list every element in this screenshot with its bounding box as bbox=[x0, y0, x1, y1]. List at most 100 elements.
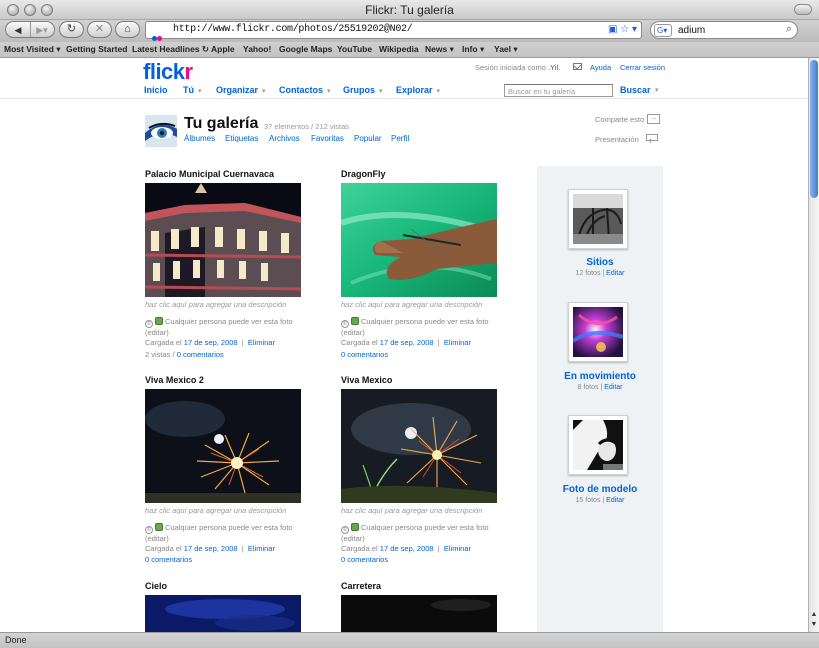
window-titlebar: Flickr: Tu galería bbox=[0, 0, 819, 20]
delete-photo-link[interactable]: Eliminar bbox=[248, 338, 275, 347]
help-link[interactable]: Ayuda bbox=[590, 63, 611, 72]
delete-photo-link[interactable]: Eliminar bbox=[444, 338, 471, 347]
bookmark-wikipedia[interactable]: Wikipedia bbox=[379, 44, 419, 54]
photo-thumbnail[interactable] bbox=[341, 389, 497, 503]
bookmark-google-maps[interactable]: Google Maps bbox=[279, 44, 332, 54]
set-title[interactable]: Foto de modelo bbox=[537, 484, 663, 495]
gallery-search-button[interactable]: Buscar bbox=[620, 85, 651, 95]
slideshow-link[interactable]: Presentación bbox=[595, 135, 639, 144]
photo-thumbnail[interactable] bbox=[145, 595, 301, 632]
creative-commons-icon: © bbox=[145, 526, 153, 534]
photo-thumbnail[interactable] bbox=[341, 595, 497, 632]
photo-description-placeholder[interactable]: haz clic aquí para agregar una descripci… bbox=[341, 506, 482, 515]
bookmark-most-visited[interactable]: Most Visited ▾ bbox=[4, 44, 61, 55]
photo-title[interactable]: DragonFly bbox=[341, 169, 386, 179]
stop-icon[interactable]: ✕ bbox=[87, 21, 112, 38]
forward-arrow-icon[interactable]: ▶▾ bbox=[32, 23, 52, 38]
bookmark-youtube[interactable]: YouTube bbox=[337, 44, 372, 54]
window-title: Flickr: Tu galería bbox=[365, 3, 454, 17]
chevron-down-icon[interactable]: ▾ bbox=[655, 86, 659, 94]
set-title[interactable]: Sitios bbox=[537, 257, 663, 268]
photo-thumbnail[interactable] bbox=[341, 183, 497, 297]
subnav-archives[interactable]: Archivos bbox=[269, 134, 300, 143]
photo-upload-info: Cargada el 17 de sep, 2008 | Eliminar bbox=[145, 544, 275, 553]
bookmark-info[interactable]: Info ▾ bbox=[462, 44, 484, 55]
rss-icon[interactable]: ▣ ☆ ▾ bbox=[608, 24, 637, 35]
menu-grupos[interactable]: Grupos ▾ bbox=[343, 85, 383, 95]
edit-privacy-link[interactable]: (editar) bbox=[145, 328, 169, 337]
public-icon bbox=[351, 523, 359, 531]
photo-title[interactable]: Viva Mexico bbox=[341, 375, 392, 385]
set-title[interactable]: En movimiento bbox=[537, 371, 663, 382]
bookmark-yahoo[interactable]: Yahoo! bbox=[243, 44, 271, 54]
delete-photo-link[interactable]: Eliminar bbox=[444, 544, 471, 553]
subnav-favorites[interactable]: Favoritas bbox=[311, 134, 344, 143]
photo-title[interactable]: Carretera bbox=[341, 581, 381, 591]
subnav-albums[interactable]: Álbumes bbox=[184, 134, 215, 143]
share-icon[interactable]: → bbox=[647, 114, 660, 124]
toolbar-toggle-button[interactable] bbox=[794, 4, 812, 15]
slideshow-icon[interactable] bbox=[646, 134, 658, 143]
vertical-scrollbar[interactable]: ▲ ▼ bbox=[808, 58, 819, 632]
search-engine-icon[interactable]: G▾ bbox=[654, 24, 672, 37]
comments-link[interactable]: 0 comentarios bbox=[341, 350, 388, 359]
delete-photo-link[interactable]: Eliminar bbox=[248, 544, 275, 553]
photo-title[interactable]: Cielo bbox=[145, 581, 167, 591]
browser-search-field[interactable]: G▾ adium ⌕ bbox=[650, 21, 798, 39]
photo-thumbnail[interactable] bbox=[145, 183, 301, 297]
bookmark-yael[interactable]: Yael ▾ bbox=[494, 44, 518, 55]
upload-date-link[interactable]: 17 de sep, 2008 bbox=[380, 544, 434, 553]
edit-set-link[interactable]: Editar bbox=[606, 270, 624, 277]
bookmark-news[interactable]: News ▾ bbox=[425, 44, 454, 55]
set-thumbnail[interactable] bbox=[568, 189, 628, 249]
photo-description-placeholder[interactable]: haz clic aquí para agregar una descripci… bbox=[341, 300, 482, 309]
menu-contactos[interactable]: Contactos ▾ bbox=[279, 85, 331, 95]
search-icon[interactable]: ⌕ bbox=[786, 23, 792, 36]
subnav-profile[interactable]: Perfil bbox=[391, 134, 409, 143]
menu-organizar[interactable]: Organizar ▾ bbox=[216, 85, 266, 95]
photo-thumbnail[interactable] bbox=[145, 389, 301, 503]
flickr-logo[interactable]: flickr bbox=[143, 59, 193, 85]
bookmark-latest-headlines[interactable]: Latest Headlines ↻ bbox=[132, 44, 209, 55]
photo-title[interactable]: Palacio Municipal Cuernavaca bbox=[145, 169, 274, 179]
upload-date-link[interactable]: 17 de sep, 2008 bbox=[184, 338, 238, 347]
photo-description-placeholder[interactable]: haz clic aquí para agregar una descripci… bbox=[145, 506, 286, 515]
edit-set-link[interactable]: Editar bbox=[606, 497, 624, 504]
menu-tu[interactable]: Tú ▾ bbox=[183, 85, 202, 95]
comments-link[interactable]: 0 comentarios bbox=[177, 350, 224, 359]
photo-description-placeholder[interactable]: haz clic aquí para agregar una descripci… bbox=[145, 300, 286, 309]
photo-stats: 0 comentarios bbox=[341, 350, 388, 359]
sign-out-link[interactable]: Cerrar sesión bbox=[620, 63, 665, 72]
edit-privacy-link[interactable]: (editar) bbox=[341, 328, 365, 337]
set-thumbnail[interactable] bbox=[568, 302, 628, 362]
page-viewport: flickr Sesión iniciada como .Yil. Ayuda … bbox=[0, 58, 808, 632]
set-thumbnail[interactable] bbox=[568, 415, 628, 475]
bookmark-apple[interactable]: Apple bbox=[211, 44, 235, 54]
menu-explorar[interactable]: Explorar ▾ bbox=[396, 85, 440, 95]
comments-link[interactable]: 0 comentarios bbox=[145, 555, 192, 564]
upload-date-link[interactable]: 17 de sep, 2008 bbox=[184, 544, 238, 553]
comments-link[interactable]: 0 comentarios bbox=[341, 555, 388, 564]
subnav-tags[interactable]: Etiquetas bbox=[225, 134, 258, 143]
edit-privacy-link[interactable]: (editar) bbox=[145, 534, 169, 543]
gallery-search-input[interactable]: Buscar en tu galería bbox=[504, 84, 613, 97]
reload-icon[interactable]: ↻ bbox=[59, 21, 84, 38]
upload-date-link[interactable]: 17 de sep, 2008 bbox=[380, 338, 434, 347]
scrollbar-thumb[interactable] bbox=[810, 60, 818, 198]
scroll-up-arrow-icon[interactable]: ▲ bbox=[809, 611, 819, 618]
address-bar[interactable]: http://www.flickr.com/photos/25519202@N0… bbox=[145, 21, 642, 41]
menu-inicio[interactable]: Inicio bbox=[144, 85, 168, 95]
edit-privacy-link[interactable]: (editar) bbox=[341, 534, 365, 543]
subnav-popular[interactable]: Popular bbox=[354, 134, 382, 143]
share-link[interactable]: Comparte esto bbox=[595, 115, 644, 124]
mail-icon[interactable] bbox=[573, 63, 582, 70]
scroll-down-arrow-icon[interactable]: ▼ bbox=[809, 621, 819, 628]
back-arrow-icon[interactable]: ◀ bbox=[8, 23, 28, 38]
photo-upload-info: Cargada el 17 de sep, 2008 | Eliminar bbox=[145, 338, 275, 347]
home-icon[interactable]: ⌂ bbox=[115, 21, 140, 38]
photo-title[interactable]: Viva Mexico 2 bbox=[145, 375, 204, 385]
buddy-icon-avatar[interactable] bbox=[145, 115, 177, 147]
bookmark-getting-started[interactable]: Getting Started bbox=[66, 44, 127, 54]
signed-in-user-link[interactable]: .Yil. bbox=[548, 63, 560, 72]
edit-set-link[interactable]: Editar bbox=[604, 384, 622, 391]
